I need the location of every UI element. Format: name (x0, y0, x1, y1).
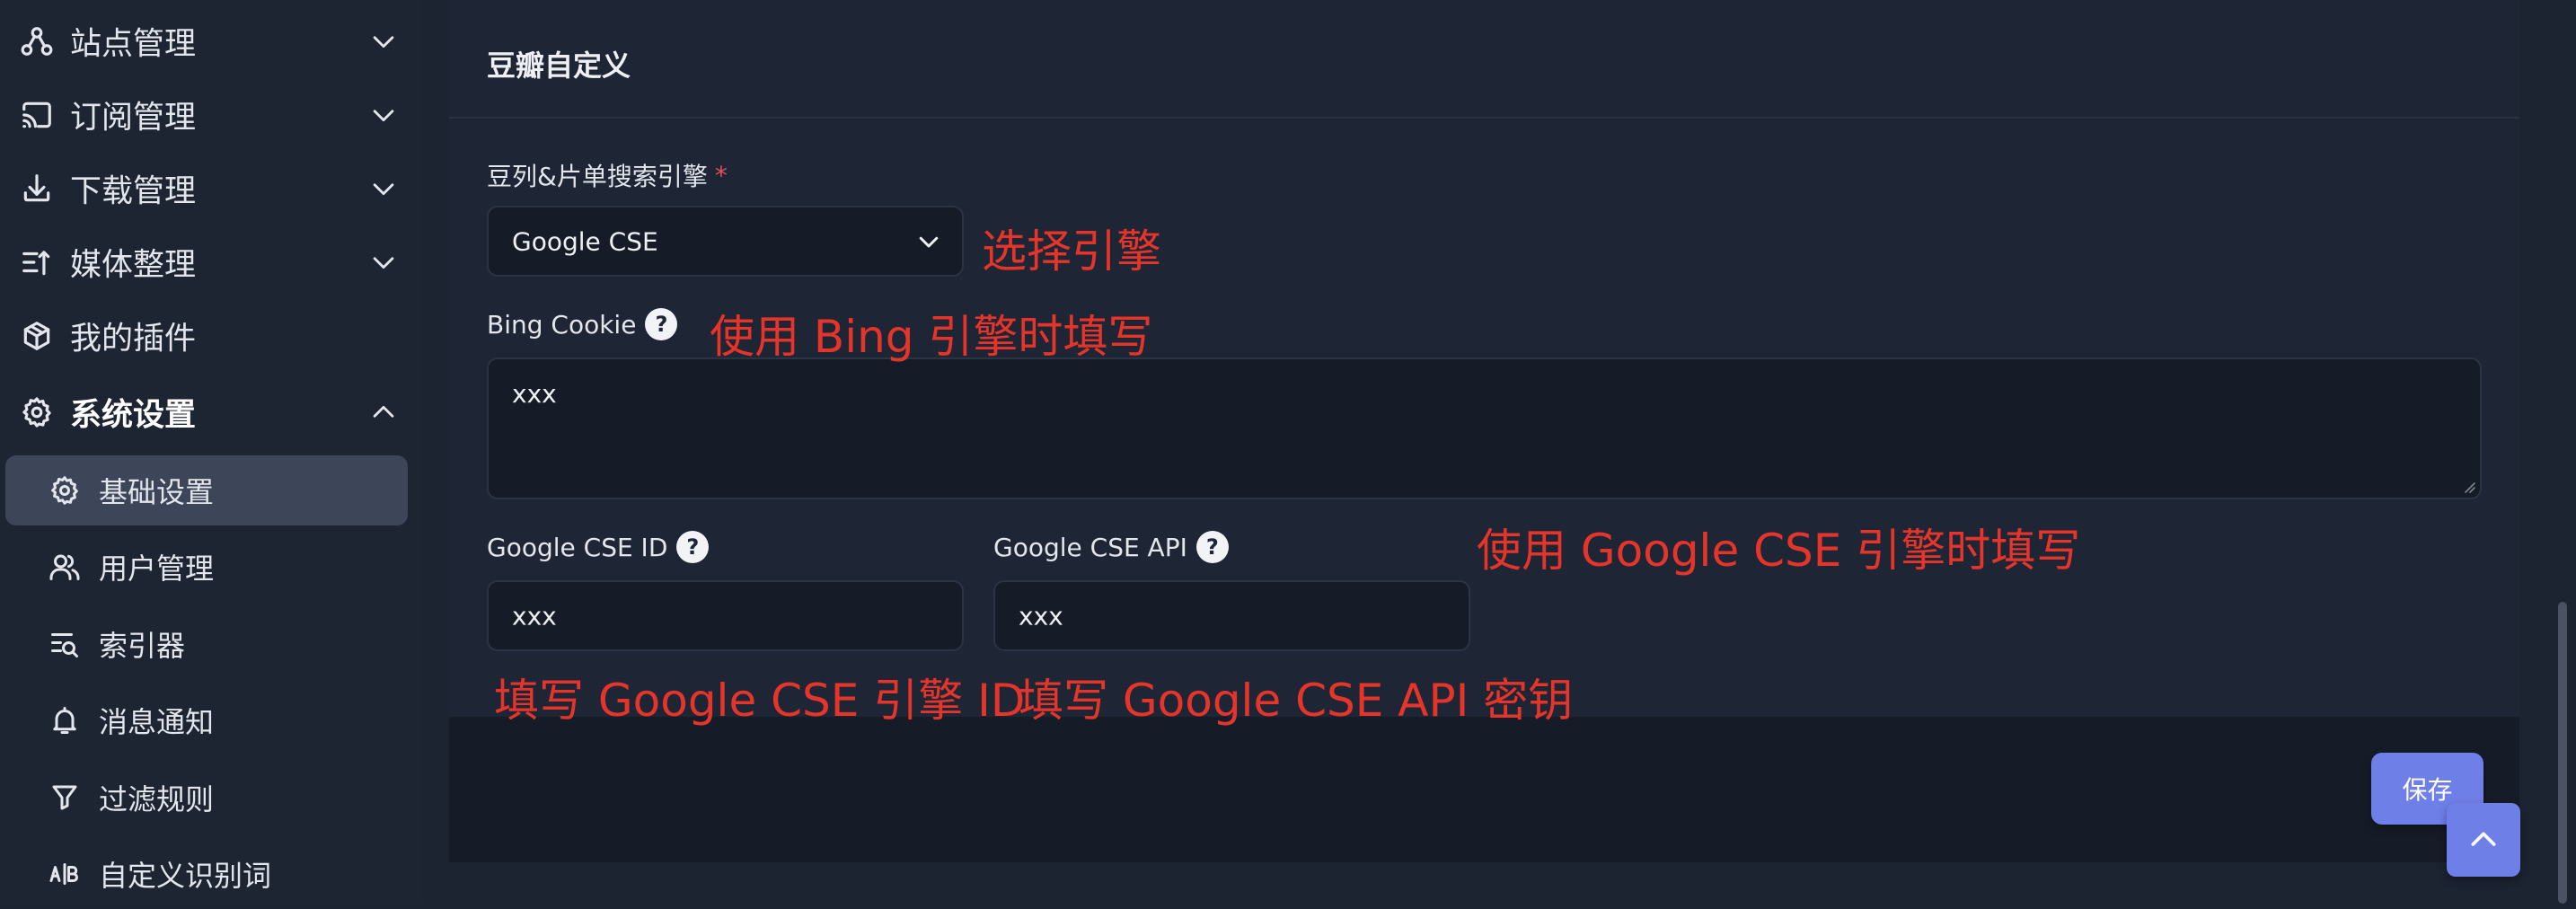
divider (449, 117, 2519, 119)
required-mark: * (714, 160, 728, 190)
gear-icon (20, 395, 54, 429)
nav-group-sites[interactable]: 站点管理 (0, 4, 422, 78)
help-icon[interactable]: ? (645, 308, 678, 340)
sidebar-item-label: 基础设置 (99, 475, 215, 509)
engine-select-value: Google CSE (512, 226, 658, 256)
help-icon[interactable]: ? (1195, 531, 1229, 563)
users-icon (49, 551, 81, 583)
sidebar-item-basic-settings[interactable]: 基础设置 (5, 455, 408, 525)
sidebar-item-label: 索引器 (99, 629, 186, 663)
cse-api-label: Google CSE API ? (993, 531, 1229, 563)
filter-icon (49, 781, 81, 814)
cse-id-label-text: Google CSE ID (487, 532, 668, 562)
download-icon (20, 172, 54, 206)
package-icon (20, 319, 54, 353)
chevron-down-icon (368, 100, 399, 130)
nav-group-label: 订阅管理 (70, 100, 197, 137)
nav-group-label: 媒体整理 (70, 247, 197, 284)
list-search-icon (49, 628, 81, 660)
scrollbar-thumb[interactable] (2558, 602, 2567, 904)
cse-api-value: xxx (1019, 601, 1063, 631)
sidebar-item-notifications[interactable]: 消息通知 (5, 685, 408, 755)
sidebar-item-label: 用户管理 (99, 552, 215, 586)
chevron-down-icon (915, 228, 942, 255)
card-title: 豆瓣自定义 (487, 49, 631, 83)
bing-cookie-label-text: Bing Cookie (487, 309, 637, 340)
nav-item-label: 我的插件 (70, 321, 197, 357)
nav-group-label: 下载管理 (70, 173, 197, 210)
sidebar-item-label: 自定义识别词 (99, 859, 272, 893)
bing-cookie-value: xxx (512, 379, 557, 409)
nav-group-label: 系统设置 (70, 397, 197, 434)
sidebar-item-custom-words[interactable]: 自定义识别词 (5, 839, 408, 909)
nav-item-plugins[interactable]: 我的插件 (0, 299, 422, 373)
nav-group-settings[interactable]: 系统设置 (0, 375, 422, 449)
annotation-select-engine: 选择引擎 (982, 225, 1161, 278)
cse-api-input[interactable]: xxx (993, 580, 1470, 651)
chevron-up-icon (368, 397, 399, 428)
ab-icon (49, 858, 81, 890)
nav-group-media[interactable]: 媒体整理 (0, 225, 422, 299)
cse-id-label: Google CSE ID ? (487, 531, 710, 563)
help-icon[interactable]: ? (676, 531, 710, 563)
chevron-up-icon (2466, 822, 2501, 858)
cse-id-value: xxx (512, 601, 557, 631)
chevron-down-icon (368, 26, 399, 57)
card-footer (449, 717, 2519, 862)
annotation-cse-id-hint: 填写 Google CSE 引擎 ID (494, 675, 1026, 727)
sidebar-item-label: 消息通知 (99, 705, 215, 739)
bing-cookie-label: Bing Cookie ? (487, 308, 678, 340)
sort-list-icon (20, 245, 54, 279)
annotation-bing-hint: 使用 Bing 引擎时填写 (710, 311, 1153, 363)
scroll-to-top-button[interactable] (2447, 803, 2520, 877)
sidebar-item-filter-rules[interactable]: 过滤规则 (5, 763, 408, 833)
nav-group-label: 站点管理 (70, 26, 197, 63)
sidebar: 站点管理 订阅管理 下载管理 媒体整理 我的插件 系统设置 基础设置 用户管理 … (0, 0, 422, 904)
chevron-down-icon (368, 173, 399, 204)
cse-id-input[interactable]: xxx (487, 580, 964, 651)
engine-field-label: 豆列&片单搜索引擎 * (487, 157, 728, 193)
cse-api-label-text: Google CSE API (993, 532, 1187, 562)
site-network-icon (20, 24, 54, 58)
engine-label-text: 豆列&片单搜索引擎 (487, 162, 708, 191)
sidebar-item-users[interactable]: 用户管理 (5, 532, 408, 602)
bell-icon (49, 704, 81, 737)
annotation-google-hint: 使用 Google CSE 引擎时填写 (1477, 525, 2081, 577)
sidebar-item-label: 过滤规则 (99, 782, 215, 816)
resize-grip-icon[interactable] (2462, 480, 2476, 494)
nav-group-subscriptions[interactable]: 订阅管理 (0, 78, 422, 152)
sidebar-item-indexers[interactable]: 索引器 (5, 609, 408, 679)
bing-cookie-textarea[interactable]: xxx (487, 357, 2482, 499)
annotation-cse-api-hint: 填写 Google CSE API 密钥 (1019, 675, 1574, 727)
nav-group-downloads[interactable]: 下载管理 (0, 152, 422, 225)
cast-icon (20, 98, 54, 132)
engine-select[interactable]: Google CSE (487, 206, 964, 277)
douban-settings-card: 豆瓣自定义 豆列&片单搜索引擎 * Google CSE Bing Cookie… (449, 0, 2519, 862)
chevron-down-icon (368, 247, 399, 278)
gear-icon (49, 474, 81, 507)
